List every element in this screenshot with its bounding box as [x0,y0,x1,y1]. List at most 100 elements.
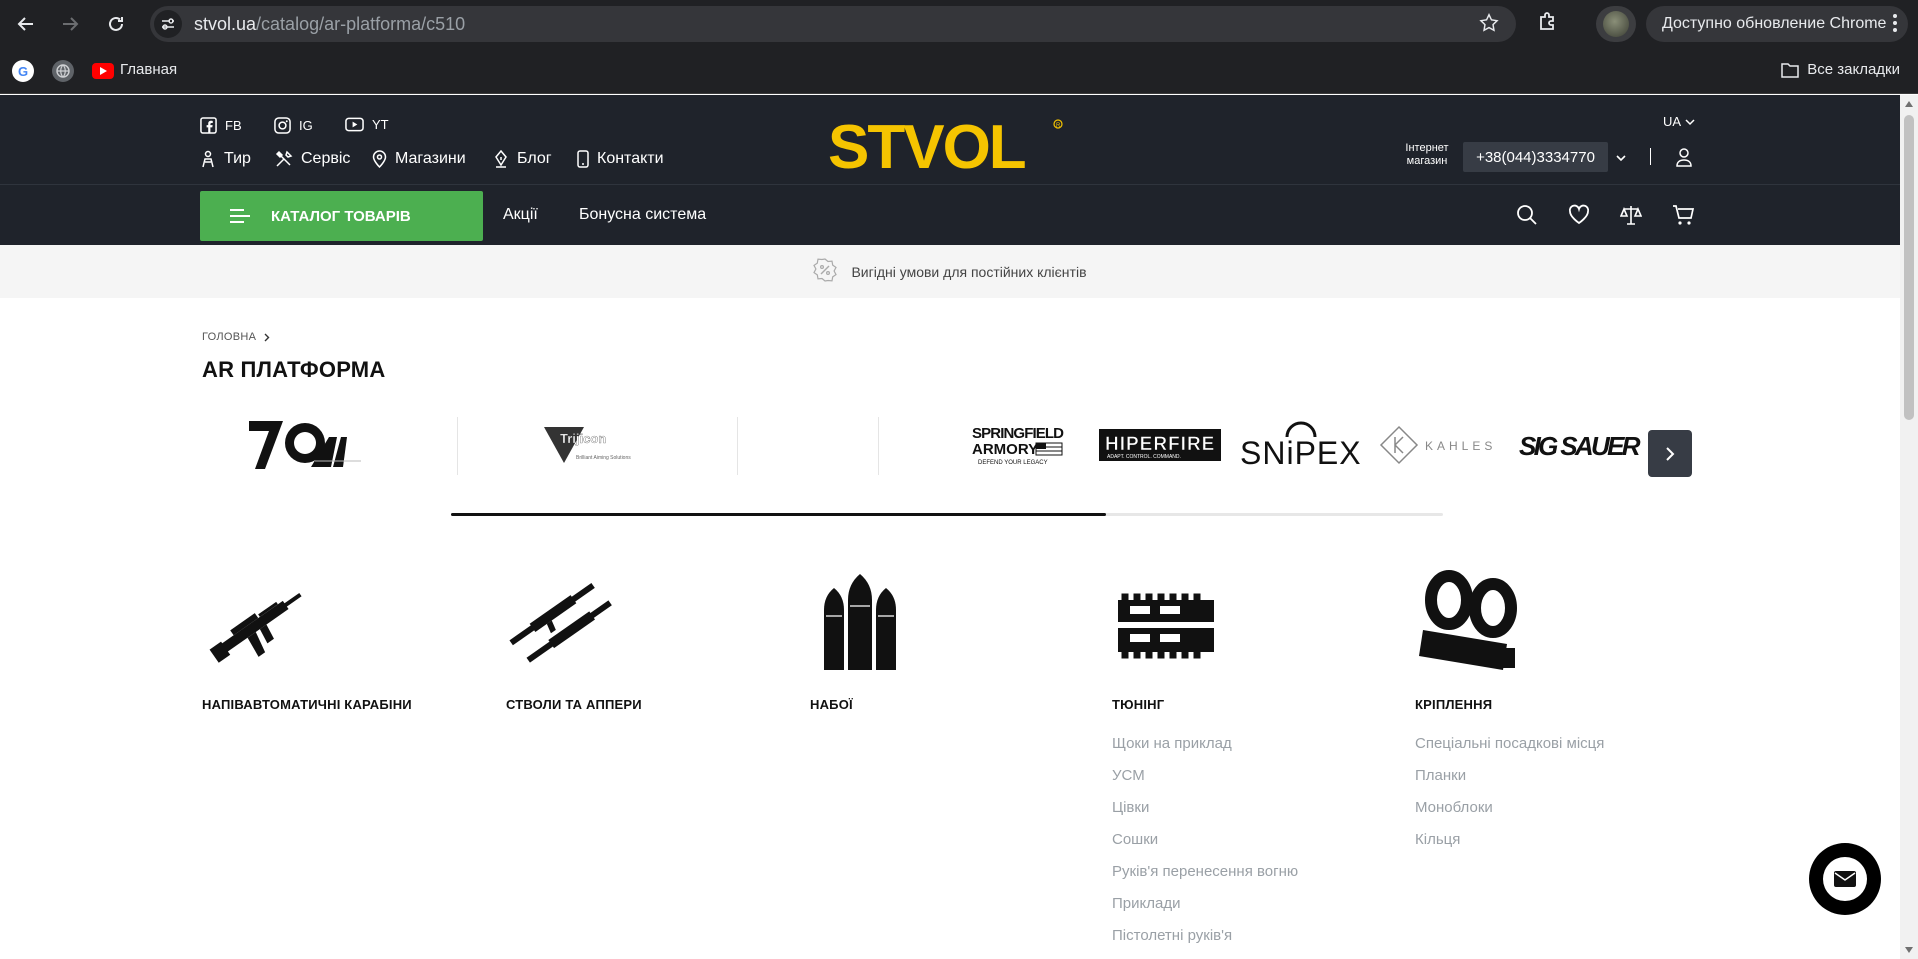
site-info-icon[interactable] [154,10,182,38]
url-text: stvol.ua/catalog/ar-platforma/c510 [194,14,465,35]
all-bookmarks[interactable]: Все закладки [1781,61,1900,78]
category-link[interactable]: Моноблоки [1415,798,1695,830]
nav-stores[interactable]: Магазини [372,150,466,168]
social-ig[interactable]: IG [274,117,313,134]
header-divider [0,184,1900,185]
category-link[interactable]: Щоки на приклад [1112,734,1392,766]
arrow-left-icon [17,17,33,31]
promo-text: Вигідні умови для постійних клієнтів [851,263,1087,280]
profile-avatar[interactable] [1596,6,1636,42]
page-title: AR ПЛАТФОРМА [202,357,386,382]
category-link[interactable]: Сошки [1112,830,1392,862]
forward-button[interactable] [48,2,92,46]
social-fb[interactable]: FB [200,117,242,134]
breadcrumb: ГОЛОВНА [202,331,270,343]
globe-icon[interactable] [52,60,74,82]
scroll-down-arrow[interactable] [1905,947,1913,953]
breadcrumb-home[interactable]: ГОЛОВНА [202,331,256,343]
phone-number[interactable]: +38(044)3334770 [1463,142,1608,172]
cart-icon[interactable] [1672,204,1695,231]
brand-logo-springfield[interactable]: SPRINGFIELD ARMORY DEFEND YOUR LEGACY [968,405,1068,485]
brand-logo-sigsauer[interactable]: SIG SAUER [1518,405,1642,485]
reload-button[interactable] [94,2,138,46]
tools-icon [275,150,293,167]
reload-icon [109,16,123,31]
category-link[interactable]: УСМ [1112,766,1392,798]
phone-chevron-down-icon[interactable] [1615,150,1627,168]
scroll-thumb[interactable] [1904,115,1914,420]
trijicon-text: Trijicon [560,431,606,446]
more-vert-icon[interactable] [1892,13,1898,38]
chat-widget-button[interactable] [1809,843,1881,915]
sigsauer-text: SIG SAUER [1519,431,1641,461]
nav-contacts[interactable]: Контакти [577,150,664,168]
social-yt-label: YT [372,117,389,132]
instagram-icon [274,117,291,134]
brand-logo-trijicon[interactable]: Trijicon Brilliant Aiming Solutions [522,405,672,485]
category-links: Спеціальні посадкові місця Планки Монобл… [1415,734,1695,862]
chrome-update-label: Доступно обновление Chrome [1662,15,1887,32]
brand-carousel: Trijicon Brilliant Aiming Solutions SPRI… [202,405,1648,485]
heart-icon[interactable] [1568,204,1590,231]
social-yt[interactable]: YT [345,117,389,132]
discount-badge-icon [813,258,838,285]
category-mounts[interactable]: КРІПЛЕННЯ Спеціальні посадкові місця Пла… [1415,570,1695,862]
category-link[interactable]: Цівки [1112,798,1392,830]
category-ammo[interactable]: НАБОЇ [810,570,1090,712]
compare-icon[interactable] [1619,204,1643,231]
category-link[interactable]: Пістолетні руків'я [1112,926,1392,958]
language-selector[interactable]: UA [1663,114,1695,129]
user-icon[interactable] [1674,147,1694,172]
category-carbines[interactable]: НАПІВАВТОМАТИЧНІ КАРАБІНИ [202,570,482,712]
brand-logo-hiperfire[interactable]: HIPERFIRE ADAPT. CONTROL. COMMAND. [1098,405,1222,485]
brand-separator [737,417,738,475]
stvol-logo[interactable]: STVOL R [828,112,1068,178]
hiperfire-text: HIPERFIRE [1105,434,1215,455]
nav-service[interactable]: Сервіс [275,150,350,168]
category-link[interactable]: Спеціальні посадкові місця [1415,734,1695,766]
category-link[interactable]: Кільця [1415,830,1695,862]
brand-logo-kahles[interactable]: KAHLES [1378,405,1502,485]
url-path: /catalog/ar-platforma/c510 [256,13,466,34]
bookmark-main[interactable]: Главная [120,61,177,78]
catalog-button[interactable]: КАТАЛОГ ТОВАРІВ [200,191,483,241]
nav-promotions[interactable]: Акції [503,206,538,224]
trijicon-tagline: Brilliant Aiming Solutions [576,455,631,461]
youtube-bookmark-icon[interactable] [92,63,114,79]
search-icon[interactable] [1516,204,1538,231]
category-link[interactable]: Планки [1415,766,1695,798]
category-link[interactable]: Руків'я перенесення вогню [1112,862,1392,894]
back-button[interactable] [4,2,48,46]
category-title: КРІПЛЕННЯ [1415,697,1493,712]
category-link[interactable]: Приклади [1112,894,1392,926]
springfield-tagline: DEFEND YOUR LEGACY [978,460,1048,466]
nav-blog[interactable]: Блог [493,150,552,168]
promo-banner[interactable]: Вигідні умови для постійних клієнтів [0,245,1900,298]
category-barrels[interactable]: СТВОЛИ ТА АППЕРИ [506,570,786,712]
nav-tir[interactable]: Тир [200,150,251,168]
chrome-update-button[interactable]: Доступно обновление Chrome [1646,6,1908,42]
page-scrollbar[interactable] [1900,95,1918,959]
bookmark-star-icon[interactable] [1478,12,1500,39]
language-label: UA [1663,114,1682,129]
catalog-button-label: КАТАЛОГ ТОВАРІВ [271,207,411,225]
nav-bonus-system[interactable]: Бонусна система [579,206,706,224]
address-bar[interactable]: stvol.ua/catalog/ar-platforma/c510 [150,6,1516,42]
brand-logo-anniversary[interactable] [242,405,372,485]
url-host: stvol.ua [194,13,257,34]
carousel-next-button[interactable] [1648,430,1692,477]
google-icon[interactable]: G [12,60,34,82]
carousel-progress-track[interactable] [451,513,1443,516]
brand-logo-snipex[interactable]: SNiPEX [1238,405,1362,485]
chevron-right-icon [1666,446,1675,461]
category-tuning[interactable]: ТЮНІНГ Щоки на приклад УСМ Цівки Сошки Р… [1112,570,1392,958]
extensions-icon[interactable] [1536,10,1560,39]
rifle-icon [209,592,302,663]
phone-icon [577,150,589,168]
nav-service-label: Сервіс [301,150,351,167]
shop-label: Інтернет магазин [1405,142,1449,167]
chevron-right-icon [264,333,270,341]
arrow-right-icon [63,17,79,31]
scroll-up-arrow[interactable] [1905,101,1913,107]
nav-tir-label: Тир [224,150,251,167]
